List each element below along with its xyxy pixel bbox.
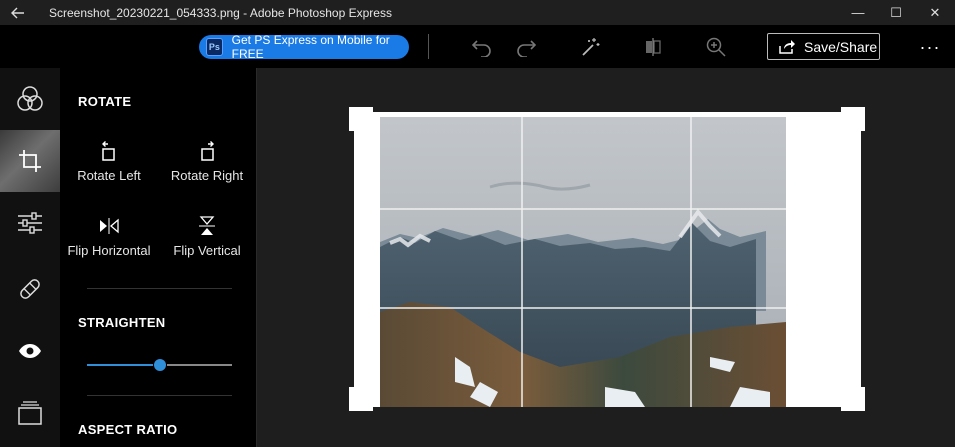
straighten-heading: STRAIGHTEN — [78, 315, 166, 330]
eye-icon[interactable] — [0, 320, 60, 382]
get-mobile-app-button[interactable]: Ps Get PS Express on Mobile for FREE — [199, 33, 409, 61]
adjustments-sliders-icon[interactable] — [0, 192, 60, 254]
rotate-left-label: Rotate Left — [77, 168, 141, 183]
title-bar: Screenshot_20230221_054333.png - Adobe P… — [0, 0, 955, 25]
promo-label: Get PS Express on Mobile for FREE — [231, 33, 390, 61]
auto-enhance-wand-icon[interactable] — [577, 34, 603, 60]
save-share-button[interactable]: Save/Share — [767, 33, 880, 60]
back-arrow-icon[interactable] — [0, 0, 36, 25]
section-divider — [87, 395, 232, 396]
zoom-in-icon[interactable] — [703, 34, 729, 60]
tool-rail — [0, 68, 60, 447]
close-button[interactable]: ✕ — [915, 0, 955, 25]
rotate-right-label: Rotate Right — [170, 168, 244, 183]
more-options-icon[interactable]: ··· — [915, 34, 945, 60]
save-share-label: Save/Share — [804, 38, 878, 55]
mountain-photo-image — [380, 117, 786, 407]
rotate-heading: ROTATE — [78, 94, 132, 109]
minimize-button[interactable]: — — [838, 0, 878, 25]
flip-vertical-icon — [158, 213, 256, 239]
flip-horizontal-label: Flip Horizontal — [67, 243, 151, 258]
share-icon — [778, 39, 796, 55]
section-divider — [87, 288, 232, 289]
photo-mountain-landscape — [380, 117, 786, 407]
frames-borders-icon[interactable] — [0, 382, 60, 444]
rotate-right-button[interactable]: Rotate Right — [158, 138, 256, 183]
image-canvas[interactable] — [258, 68, 955, 447]
ps-express-icon: Ps — [206, 38, 223, 56]
compare-icon[interactable] — [640, 34, 666, 60]
rotate-left-icon — [60, 138, 158, 164]
crop-panel: ROTATE Rotate Left Rotate Right Flip Hor… — [60, 68, 257, 447]
crop-handle-top-left-vertical[interactable] — [349, 107, 355, 131]
toolbar-divider — [428, 34, 429, 59]
rotate-left-button[interactable]: Rotate Left — [60, 138, 158, 183]
straighten-track — [166, 364, 232, 366]
maximize-button[interactable]: ☐ — [876, 0, 916, 25]
flip-vertical-label: Flip Vertical — [173, 243, 241, 258]
crop-handle-bottom-left-vertical[interactable] — [349, 387, 355, 411]
window-title: Screenshot_20230221_054333.png - Adobe P… — [49, 5, 392, 20]
toolbar: Ps Get PS Express on Mobile for FREE Sav… — [0, 25, 955, 68]
straighten-slider[interactable] — [87, 359, 232, 371]
straighten-track-filled — [87, 364, 153, 366]
healing-bandage-icon[interactable] — [0, 258, 60, 320]
crop-icon[interactable] — [0, 130, 60, 192]
undo-icon[interactable] — [469, 34, 495, 60]
flip-horizontal-button[interactable]: Flip Horizontal — [60, 213, 158, 258]
flip-vertical-button[interactable]: Flip Vertical — [158, 213, 256, 258]
straighten-slider-thumb[interactable] — [153, 359, 166, 371]
crop-handle-bottom-right-vertical[interactable] — [859, 387, 865, 411]
rotate-right-icon — [158, 138, 256, 164]
redo-icon[interactable] — [513, 34, 539, 60]
looks-filters-icon[interactable] — [0, 68, 60, 130]
aspect-ratio-heading: ASPECT RATIO — [78, 422, 178, 437]
crop-handle-top-right-vertical[interactable] — [859, 107, 865, 131]
flip-horizontal-icon — [60, 213, 158, 239]
